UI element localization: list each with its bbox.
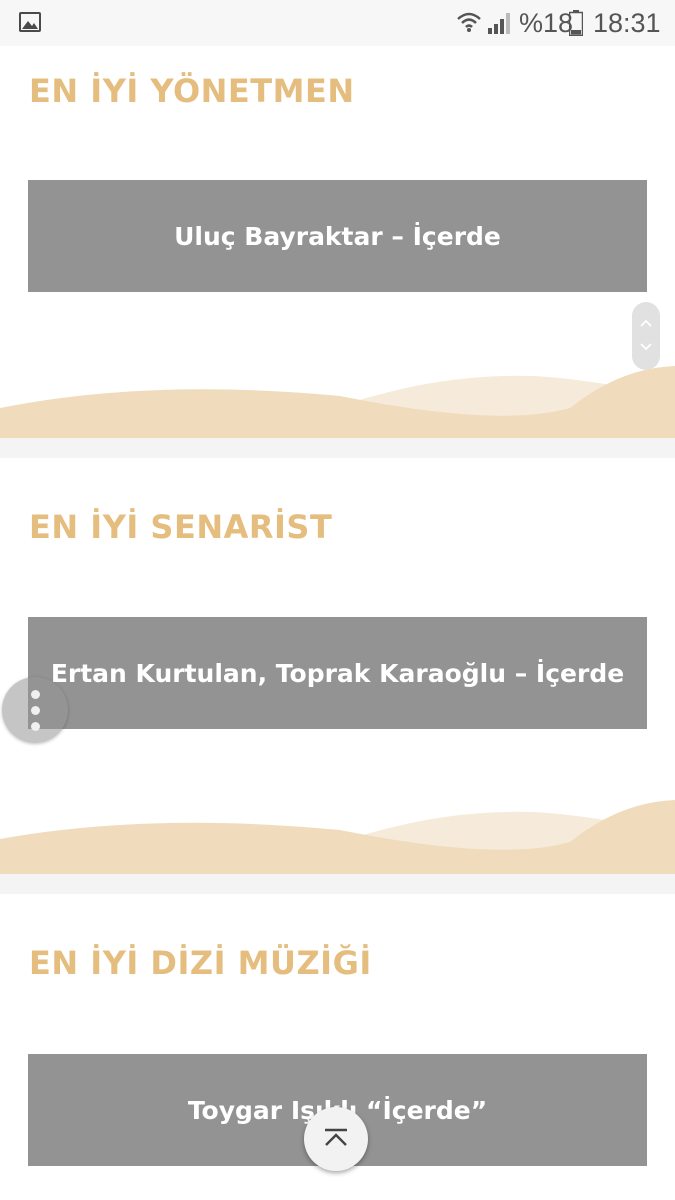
battery-percentage: %18 [519, 8, 574, 38]
section-title: EN İYİ SENARİST [29, 508, 333, 546]
wifi-icon [457, 12, 481, 32]
winner-box[interactable]: Ertan Kurtulan, Toprak Karaoğlu – İçerde [28, 617, 647, 729]
section-divider [0, 438, 675, 458]
chevron-down-icon[interactable] [639, 342, 653, 352]
winner-box[interactable]: Uluç Bayraktar – İçerde [28, 180, 647, 292]
award-section-best-director: EN İYİ YÖNETMEN Uluç Bayraktar – İçerde [0, 46, 675, 438]
clock: 18:31 [593, 8, 661, 38]
arrow-to-top-icon [325, 1128, 347, 1146]
status-bar: %18 18:31 [0, 0, 675, 46]
decorative-wave [0, 800, 675, 874]
section-title: EN İYİ DİZİ MÜZİĞİ [29, 944, 372, 982]
award-section-best-screenwriter: EN İYİ SENARİST Ertan Kurtulan, Toprak K… [0, 458, 675, 874]
battery-icon [569, 10, 583, 36]
winner-name: Uluç Bayraktar – İçerde [174, 221, 501, 251]
winner-name: Ertan Kurtulan, Toprak Karaoğlu – İçerde [50, 658, 625, 688]
decorative-wave [0, 366, 675, 438]
section-divider [0, 874, 675, 894]
section-title: EN İYİ YÖNETMEN [29, 72, 355, 110]
gallery-icon [19, 12, 41, 32]
scroll-widget[interactable] [632, 302, 660, 370]
chevron-up-icon[interactable] [639, 318, 653, 328]
floating-menu-button[interactable] [2, 677, 68, 743]
back-to-top-button[interactable] [304, 1107, 368, 1171]
signal-icon [488, 13, 510, 34]
